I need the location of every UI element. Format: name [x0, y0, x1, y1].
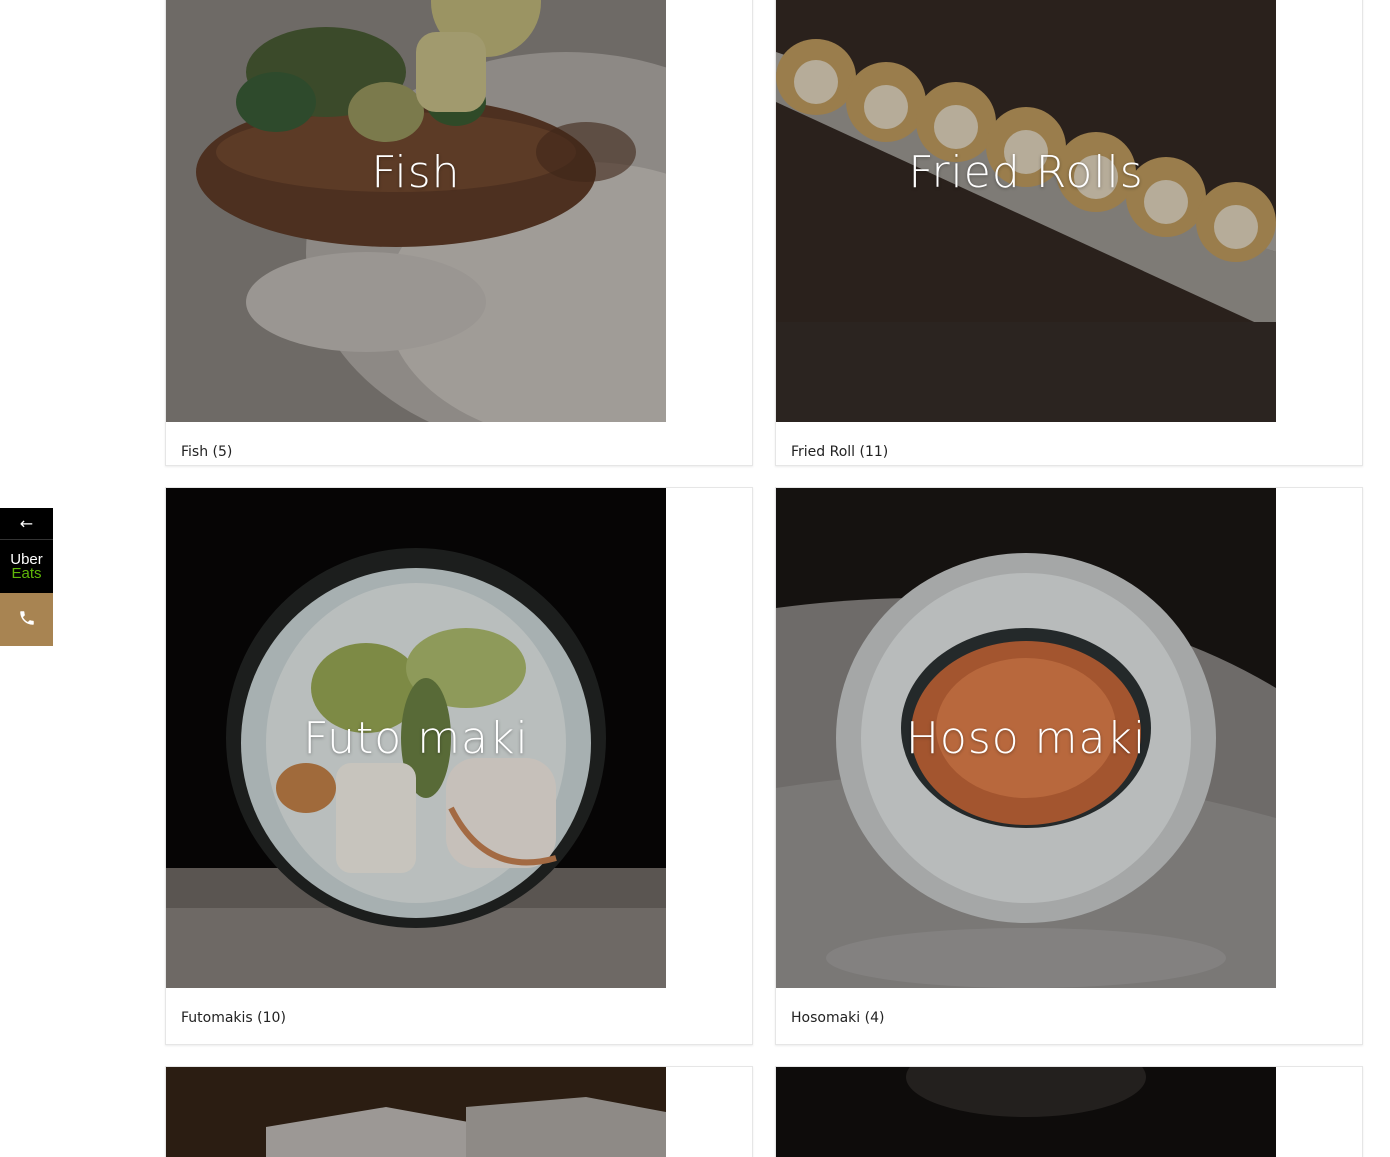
side-action-widget: ← Uber Eats — [0, 508, 53, 646]
category-card-fish[interactable]: Fish Fish (5) — [165, 0, 753, 466]
phone-icon — [18, 609, 36, 631]
arrow-left-icon: ← — [19, 514, 34, 533]
category-caption-hoso-maki[interactable]: Hosomaki (4) — [791, 1010, 884, 1026]
category-card-futo-maki[interactable]: Futo maki Futomakis (10) — [165, 487, 753, 1045]
category-title-fried-rolls: Fried Rolls — [908, 146, 1144, 198]
category-caption-futo-maki[interactable]: Futomakis (10) — [181, 1010, 286, 1026]
category-image-futo-maki[interactable]: Futo maki — [166, 488, 666, 988]
category-card-6[interactable] — [775, 1066, 1363, 1157]
menu-category-page: Fish Fish (5) Fried Rolls Fried Roll (11… — [0, 0, 1390, 1157]
category-image-fried-rolls[interactable]: Fried Rolls — [776, 0, 1276, 422]
category-image-fish[interactable]: Fish — [166, 0, 666, 422]
category-caption-fish[interactable]: Fish (5) — [181, 444, 232, 460]
category-card-fried-rolls[interactable]: Fried Rolls Fried Roll (11) — [775, 0, 1363, 466]
category-card-hoso-maki[interactable]: Hoso maki Hosomaki (4) — [775, 487, 1363, 1045]
category-card-5[interactable] — [165, 1066, 753, 1157]
category-caption-fried-rolls[interactable]: Fried Roll (11) — [791, 444, 888, 460]
category-image-6[interactable] — [776, 1067, 1276, 1157]
call-button[interactable] — [0, 593, 53, 646]
category-title-futo-maki: Futo maki — [303, 712, 529, 764]
category-image-5[interactable] — [166, 1067, 666, 1157]
uber-eats-logo-line2: Eats — [11, 564, 42, 582]
category-image-hoso-maki[interactable]: Hoso maki — [776, 488, 1276, 988]
category-title-hoso-maki: Hoso maki — [905, 712, 1147, 764]
uber-eats-button[interactable]: Uber Eats — [0, 540, 53, 593]
category-title-fish: Fish — [371, 146, 461, 198]
collapse-widget-button[interactable]: ← — [0, 508, 53, 540]
